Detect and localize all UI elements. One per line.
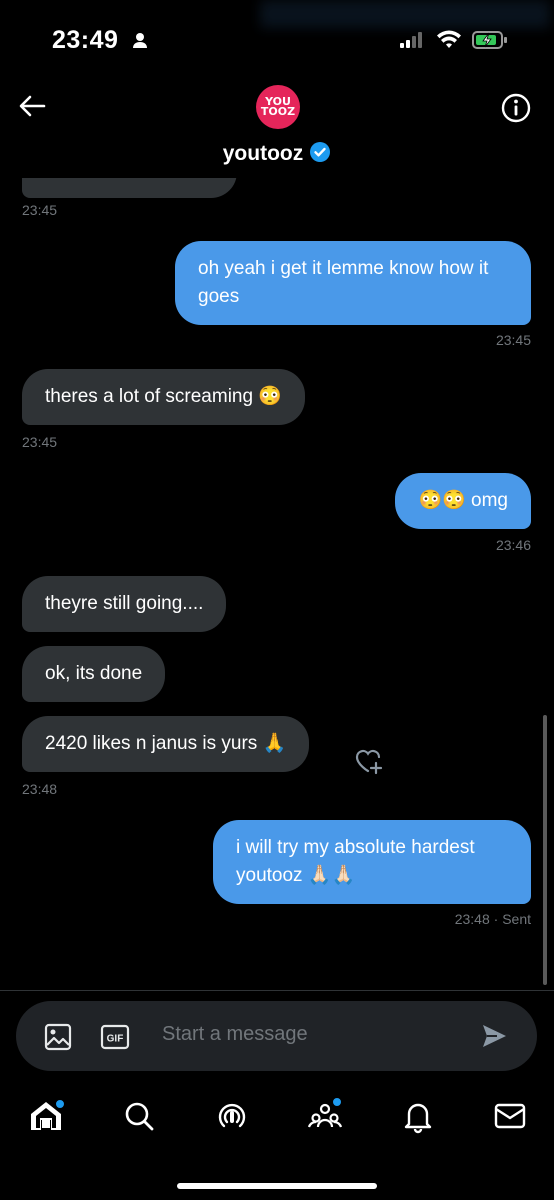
gif-label: GIF (107, 1034, 124, 1045)
status-time: 23:49 (52, 26, 119, 54)
message-bubble-outgoing[interactable]: oh yeah i get it lemme know how it goes (175, 241, 531, 325)
status-bar: 23:49 (0, 0, 554, 80)
back-button[interactable] (14, 88, 50, 124)
conversation-name[interactable]: youtooz (0, 141, 554, 169)
scrollbar[interactable] (543, 715, 547, 985)
cellular-signal-icon (400, 32, 426, 53)
add-reaction-button[interactable] (352, 745, 384, 777)
message-bubble-incoming[interactable]: theyre still going.... (22, 576, 227, 632)
bell-icon (404, 1103, 432, 1134)
conversation-name-text: youtooz (222, 142, 304, 165)
bottom-tab-bar (0, 1084, 554, 1154)
search-icon (125, 1102, 154, 1131)
message-bubble-incoming[interactable]: ok, its done (22, 646, 166, 702)
tab-search[interactable] (119, 1096, 159, 1136)
message-bubble-outgoing[interactable]: 😳😳 omg (395, 473, 531, 529)
person-icon (132, 32, 148, 53)
home-indicator[interactable] (177, 1183, 377, 1189)
info-button[interactable] (500, 92, 532, 124)
wifi-icon (436, 30, 462, 55)
tab-notifications[interactable] (398, 1096, 438, 1136)
message-input[interactable]: Start a message (162, 1023, 308, 1046)
send-icon[interactable] (481, 1023, 507, 1054)
message-timestamp-sent: 23:48 · Sent (454, 911, 531, 927)
image-icon[interactable] (44, 1023, 72, 1056)
tab-home[interactable] (26, 1096, 66, 1136)
conversation-header: 23:49 YOU TOOZ youtooz (0, 0, 554, 178)
gif-icon[interactable]: GIF (100, 1023, 130, 1056)
avatar-text-line2: TOOZ (260, 105, 296, 118)
heart-plus-icon (355, 749, 383, 775)
tab-spaces[interactable] (212, 1096, 252, 1136)
arrow-left-icon (19, 95, 46, 117)
communities-notification-dot (331, 1096, 343, 1108)
message-bubble-outgoing[interactable]: i will try my absolute hardest youtooz 🙏… (213, 820, 531, 904)
tab-messages[interactable] (490, 1096, 530, 1136)
battery-charging-icon (472, 30, 508, 55)
info-icon (501, 93, 531, 123)
message-bubble-incoming[interactable]: theres a lot of screaming 😳 (22, 369, 305, 425)
message-composer: GIF Start a message (16, 1001, 537, 1071)
verified-badge-icon (309, 141, 331, 169)
avatar[interactable]: YOU TOOZ (256, 85, 300, 129)
message-timestamp: 23:45 (495, 332, 531, 348)
message-timestamp: 23:45 (22, 434, 58, 450)
message-timestamp: 23:48 (22, 781, 58, 797)
spaces-icon (218, 1103, 246, 1128)
message-bubble-incoming[interactable]: 2420 likes n janus is yurs 🙏 (22, 716, 310, 772)
tab-communities[interactable] (305, 1096, 345, 1136)
message-timestamp: 23:45 (22, 202, 58, 218)
home-notification-dot (54, 1098, 66, 1110)
mail-icon (494, 1103, 526, 1129)
message-timestamp: 23:46 (495, 537, 531, 553)
status-icons (400, 30, 508, 55)
divider (0, 990, 554, 991)
